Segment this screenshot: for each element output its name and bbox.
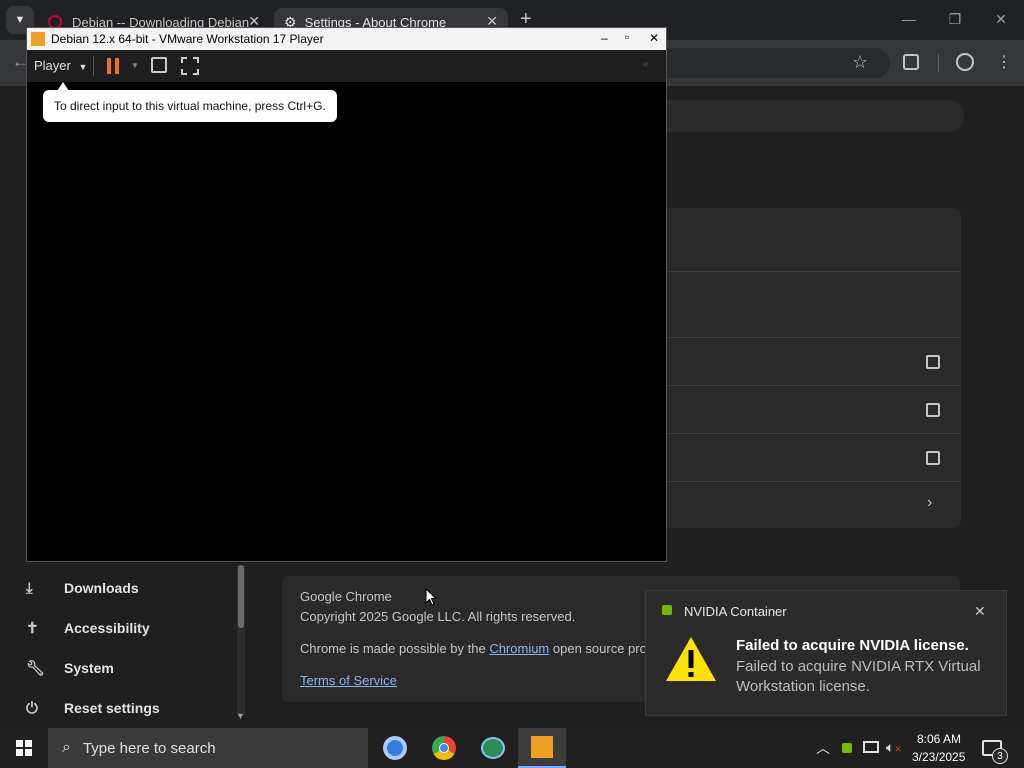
chevron-down-icon: ▼ [78, 62, 88, 72]
external-link-icon[interactable] [926, 451, 940, 465]
minimize-button[interactable]: — [886, 4, 932, 34]
nvidia-logo-icon [662, 605, 672, 615]
settings-search-bar[interactable] [667, 100, 964, 132]
search-placeholder: Type here to search [82, 739, 216, 757]
scroll-down-arrow-icon[interactable]: ▼ [236, 711, 245, 721]
nvidia-notification-toast[interactable]: NVIDIA Container ✕ Failed to acquire NVI… [645, 590, 1007, 716]
chevron-right-icon[interactable]: › [927, 494, 932, 512]
copyright-text: Copyright 2025 Google LLC. All rights re… [300, 609, 576, 624]
maximize-button[interactable]: ❐ [932, 4, 978, 34]
windows-logo-icon [16, 740, 32, 756]
divider [667, 337, 961, 338]
taskbar-search-box[interactable]: ⌕ Type here to search [48, 728, 368, 768]
kebab-menu-icon[interactable]: ⋮ [996, 52, 1012, 72]
chromium-link[interactable]: Chromium [489, 641, 549, 656]
chrome-icon [432, 736, 456, 760]
notification-close-button[interactable]: ✕ [974, 603, 986, 620]
terms-of-service-link[interactable]: Terms of Service [300, 673, 397, 688]
vmware-title-bar[interactable]: Debian 12.x 64-bit - VMware Workstation … [27, 28, 666, 50]
vmware-player-window: Debian 12.x 64-bit - VMware Workstation … [26, 27, 667, 562]
volume-muted-icon[interactable]: 🔈︎✕ [886, 739, 902, 756]
pause-dropdown-chevron-icon[interactable]: ▼ [131, 61, 139, 70]
network-icon[interactable] [863, 741, 879, 753]
sidebar-scrollbar[interactable]: ▼ [236, 565, 245, 721]
divider [667, 433, 961, 434]
window-title: Debian 12.x 64-bit - VMware Workstation … [51, 32, 324, 46]
windows-start-button[interactable] [0, 728, 48, 768]
sidebar-item-accessibility[interactable]: ✝ Accessibility [26, 610, 236, 646]
clock-time[interactable]: 8:06 AM [917, 732, 961, 746]
made-possible-suffix: open source proj [549, 641, 650, 656]
made-possible-text: Chrome is made possible by the Chromium … [300, 641, 650, 656]
vm-close-button[interactable]: ✕ [649, 31, 659, 45]
divider [667, 481, 961, 482]
external-link-icon[interactable] [926, 355, 940, 369]
search-icon: ⌕ [62, 739, 71, 756]
show-hidden-icons-chevron-icon[interactable]: ︿ [816, 738, 830, 758]
external-link-icon[interactable] [926, 403, 940, 417]
toolbar-divider [93, 56, 94, 76]
sidebar-item-reset-settings[interactable]: ⏻ Reset settings [26, 690, 236, 726]
taskbar-app-chrome-canary[interactable] [371, 728, 419, 768]
taskbar-app-network-globe[interactable] [469, 728, 517, 768]
taskbar-app-chrome[interactable] [420, 728, 468, 768]
download-icon: ⤓ [26, 579, 33, 597]
sidebar-item-label: Reset settings [64, 700, 160, 716]
player-menu-label: Player [34, 58, 71, 73]
profile-avatar-icon[interactable] [956, 53, 974, 71]
chrome-blue-icon [383, 736, 407, 760]
vm-minimize-button[interactable]: – [601, 31, 608, 45]
taskbar-app-vmware[interactable] [518, 728, 566, 768]
send-ctrl-alt-del-icon[interactable] [151, 57, 167, 73]
warning-triangle-icon [664, 635, 718, 688]
pause-button[interactable] [107, 58, 121, 74]
made-possible-prefix: Chrome is made possible by the [300, 641, 490, 656]
sidebar-item-label: Downloads [64, 580, 139, 596]
globe-icon [481, 737, 505, 759]
full-screen-icon[interactable] [181, 57, 199, 75]
extensions-puzzle-icon[interactable] [903, 54, 919, 70]
pause-icon [107, 58, 111, 74]
divider [667, 271, 961, 272]
sidebar-item-label: Accessibility [64, 620, 150, 636]
vmware-logo-icon [31, 32, 45, 46]
scrollbar-thumb[interactable] [238, 565, 244, 628]
vmware-toolbar: Player ▼ ▼ « [27, 50, 666, 82]
reset-icon: ⏻ [26, 699, 38, 717]
about-chrome-card: › [667, 208, 961, 528]
notification-app-name: NVIDIA Container [684, 604, 787, 619]
notification-body: Failed to acquire NVIDIA RTX Virtual Wor… [736, 658, 981, 695]
chevron-down-icon: ▼ [14, 14, 26, 26]
vm-maximize-button[interactable]: ▫ [625, 30, 629, 44]
wrench-icon: 🔧︎ [26, 660, 46, 677]
accessibility-icon: ✝ [26, 620, 39, 637]
close-window-button[interactable]: ✕ [978, 4, 1024, 34]
notification-count-badge: 3 [992, 748, 1008, 764]
star-icon[interactable]: ☆ [852, 52, 868, 73]
divider [667, 385, 961, 386]
notification-title: Failed to acquire NVIDIA license. [736, 637, 969, 654]
vm-screen[interactable] [27, 82, 666, 561]
product-name: Google Chrome [300, 589, 392, 604]
sidebar-item-system[interactable]: 🔧︎ System [26, 650, 236, 686]
nvidia-tray-icon[interactable] [842, 743, 852, 753]
player-menu-button[interactable]: Player ▼ [34, 58, 87, 73]
vmware-logo-icon [531, 736, 553, 758]
unity-arrows-icon[interactable]: « [643, 59, 649, 70]
clock-date[interactable]: 3/23/2025 [912, 750, 965, 764]
ctrl-g-tooltip: To direct input to this virtual machine,… [43, 90, 337, 122]
sidebar-item-downloads[interactable]: ⤓ Downloads [26, 570, 236, 606]
mouse-cursor-icon [425, 587, 438, 612]
toolbar-divider [938, 54, 939, 72]
pause-icon-bar [115, 58, 119, 74]
sidebar-item-label: System [64, 660, 114, 676]
